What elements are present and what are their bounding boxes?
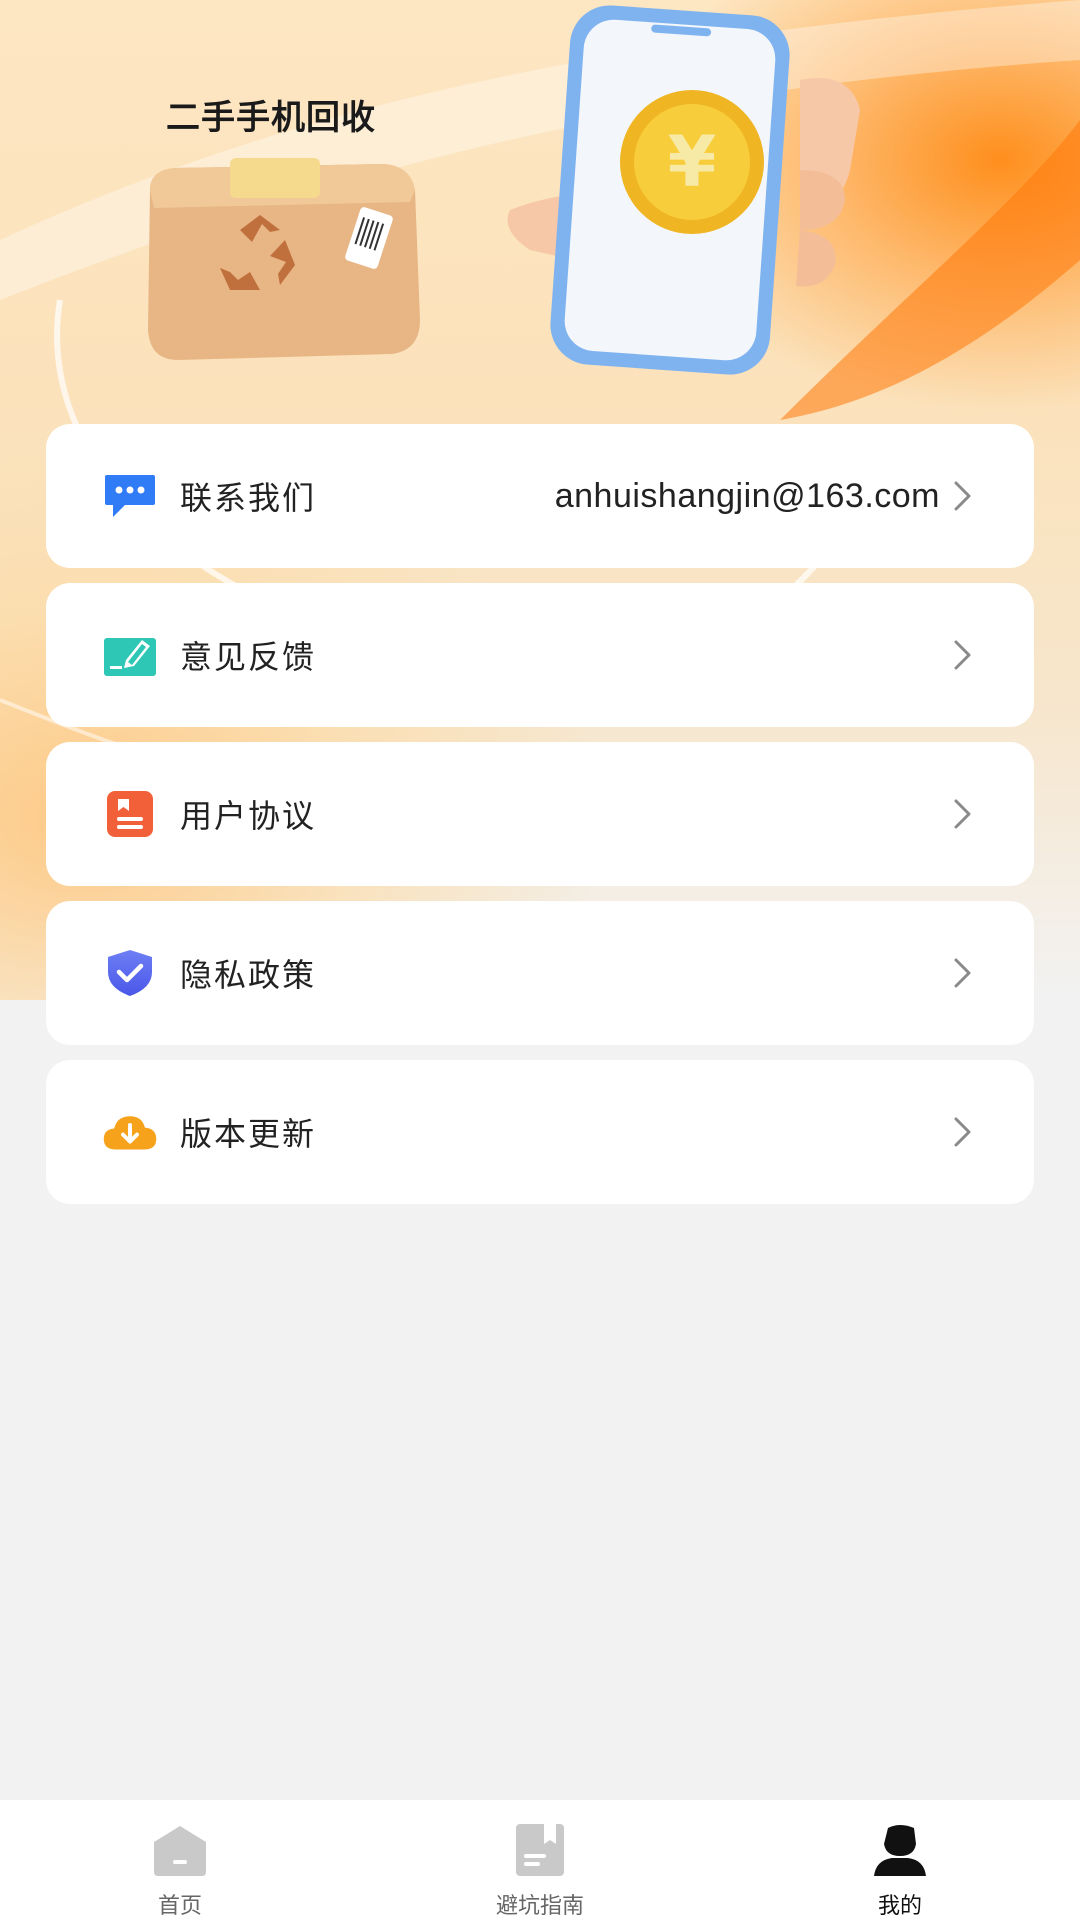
menu-item-label: 版本更新	[180, 1115, 317, 1153]
recycle-box-illustration	[148, 158, 420, 360]
menu-item-contact-us[interactable]: 联系我们 anhuishangjin@163.com	[46, 424, 1034, 568]
chevron-right-icon	[954, 481, 971, 511]
tab-label: 避坑指南	[495, 1894, 584, 1919]
profile-page: 二手手机回收 ¥ 联系我们 anhuishangjin@163.com 意见反馈…	[0, 0, 1080, 1920]
chevron-right-icon	[954, 1117, 971, 1147]
menu-item-label: 用户协议	[180, 797, 317, 835]
svg-text:¥: ¥	[668, 121, 717, 203]
home-icon	[154, 1826, 206, 1876]
cloud-download-icon	[102, 1104, 158, 1160]
contact-email: anhuishangjin@163.com	[554, 476, 940, 515]
chat-bubble-icon	[102, 468, 158, 524]
tab-profile[interactable]: 我的	[720, 1800, 1080, 1920]
menu-item-feedback[interactable]: 意见反馈	[46, 583, 1034, 727]
menu-item-user-agreement[interactable]: 用户协议	[46, 742, 1034, 886]
menu-item-label: 联系我们	[180, 479, 317, 517]
tab-home[interactable]: 首页	[0, 1800, 360, 1920]
bottom-tab-bar: 首页 避坑指南 我的	[0, 1800, 1080, 1920]
chevron-right-icon	[954, 640, 971, 670]
menu-item-privacy-policy[interactable]: 隐私政策	[46, 901, 1034, 1045]
tab-label: 我的	[877, 1894, 922, 1919]
guide-book-icon	[516, 1824, 564, 1876]
menu-item-label: 隐私政策	[180, 956, 317, 994]
menu-item-label: 意见反馈	[180, 638, 317, 676]
user-profile-icon	[874, 1825, 926, 1876]
settings-menu: 联系我们 anhuishangjin@163.com 意见反馈 用户协议 隐私政…	[46, 424, 1034, 1219]
tab-guide[interactable]: 避坑指南	[360, 1800, 720, 1920]
chevron-right-icon	[954, 799, 971, 829]
menu-item-version-update[interactable]: 版本更新	[46, 1060, 1034, 1204]
phone-coin-illustration: ¥	[507, 5, 860, 375]
tab-label: 首页	[157, 1894, 202, 1919]
banner-title: 二手手机回收	[166, 98, 376, 138]
feedback-edit-icon	[102, 627, 158, 683]
document-icon	[102, 786, 158, 842]
shield-check-icon	[102, 945, 158, 1001]
chevron-right-icon	[954, 958, 971, 988]
